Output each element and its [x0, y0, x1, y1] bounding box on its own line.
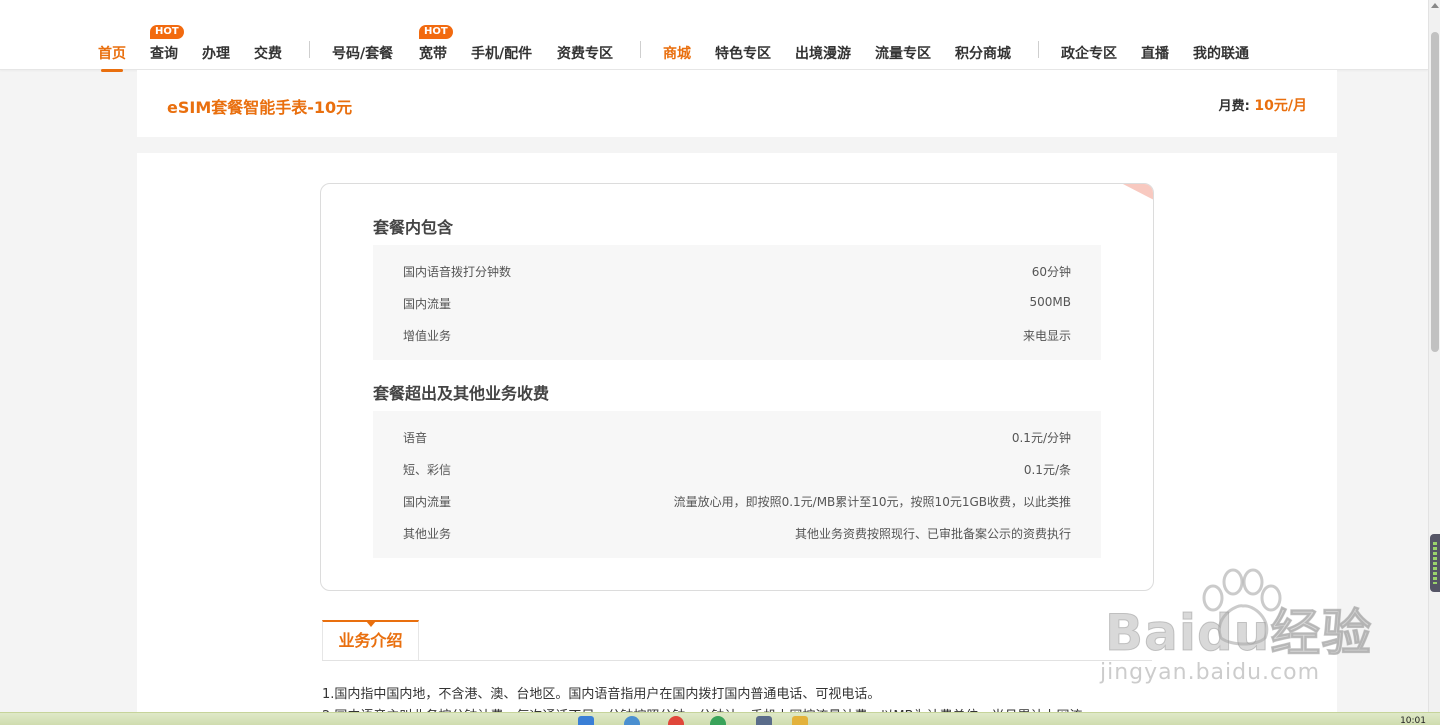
table-row: 短、彩信 0.1元/条	[403, 459, 1071, 479]
monthly-fee-label: 月费:	[1218, 99, 1250, 114]
tab-indicator-icon	[366, 621, 376, 627]
table-row: 语音 0.1元/分钟	[403, 427, 1071, 447]
nav-divider	[640, 41, 641, 58]
plan-detail-card: 套餐内包含 国内语音拨打分钟数 60分钟 国内流量 500MB 增值业务 来电显…	[320, 183, 1154, 591]
nav-item-my-unicom[interactable]: 我的联通	[1193, 43, 1249, 63]
row-value: 流量放心用，即按照0.1元/MB累计至10元，按照10元1GB收费，以此类推	[673, 495, 1071, 509]
main-content: 套餐内包含 国内语音拨打分钟数 60分钟 国内流量 500MB 增值业务 来电显…	[137, 153, 1337, 725]
tab-underline	[322, 660, 1152, 661]
monthly-fee: 月费: 10元/月	[1219, 95, 1307, 115]
table-row: 增值业务 来电显示	[403, 325, 1071, 345]
row-value: 500MB	[1029, 295, 1072, 309]
app-icon[interactable]	[710, 716, 726, 725]
table-row: 国内语音拨打分钟数 60分钟	[403, 261, 1071, 281]
side-meter-widget[interactable]	[1430, 534, 1440, 592]
plan-header: eSIM套餐智能手表-10元 月费: 10元/月	[137, 70, 1337, 137]
folder-icon[interactable]	[792, 716, 808, 725]
scrollbar-thumb[interactable]	[1431, 32, 1439, 352]
row-value: 来电显示	[1022, 329, 1071, 343]
monthly-fee-value: 10元/月	[1254, 98, 1307, 114]
nav-item-tariff-zone[interactable]: 资费专区	[557, 43, 613, 63]
row-name: 短、彩信	[403, 463, 452, 477]
nav-divider	[309, 41, 310, 58]
table-row: 其他业务 其他业务资费按照现行、已审批备案公示的资费执行	[403, 523, 1071, 543]
intro-paragraph: 1.国内指中国内地，不含港、澳、台地区。国内语音指用户在国内拨打国内普通电话、可…	[322, 687, 881, 702]
table-row: 国内流量 流量放心用，即按照0.1元/MB累计至10元，按照10元1GB收费，以…	[403, 491, 1071, 511]
nav-item-query[interactable]: 查询	[150, 43, 178, 63]
browser-icon[interactable]	[624, 716, 640, 725]
app-icon[interactable]	[756, 716, 772, 725]
hot-badge-query: HOT	[150, 25, 184, 39]
included-section-title: 套餐内包含	[373, 218, 454, 237]
nav-item-enterprise[interactable]: 政企专区	[1061, 43, 1117, 63]
nav-divider	[1038, 41, 1039, 58]
row-name: 国内流量	[403, 495, 452, 509]
os-taskbar: 10:01	[0, 712, 1440, 725]
included-table: 国内语音拨打分钟数 60分钟 国内流量 500MB 增值业务 来电显示	[373, 245, 1101, 360]
row-name: 语音	[403, 431, 428, 445]
nav-item-live[interactable]: 直播	[1141, 43, 1169, 63]
nav-item-data-zone[interactable]: 流量专区	[875, 43, 931, 63]
scroll-up-arrow-icon[interactable]	[1431, 3, 1439, 8]
nav-item-mall[interactable]: 商城	[663, 43, 691, 63]
row-value: 0.1元/分钟	[1011, 431, 1071, 445]
chrome-icon[interactable]	[668, 716, 684, 725]
nav-item-payment[interactable]: 交费	[254, 43, 282, 63]
hot-badge-broadband: HOT	[419, 25, 453, 39]
row-value: 60分钟	[1031, 265, 1071, 279]
nav-item-roaming[interactable]: 出境漫游	[795, 43, 851, 63]
extra-fees-section-title: 套餐超出及其他业务收费	[373, 384, 550, 403]
row-name: 国内流量	[403, 297, 452, 311]
row-name: 国内语音拨打分钟数	[403, 265, 512, 279]
tab-business-intro[interactable]: 业务介绍	[322, 620, 419, 661]
nav-item-broadband[interactable]: 宽带	[419, 43, 447, 63]
row-name: 其他业务	[403, 527, 452, 541]
nav-item-handle[interactable]: 办理	[202, 43, 230, 63]
taskbar-clock: 10:01	[1400, 716, 1426, 725]
nav-item-points-mall[interactable]: 积分商城	[955, 43, 1011, 63]
tab-business-intro-label: 业务介绍	[338, 631, 403, 650]
row-value: 0.1元/条	[1023, 463, 1071, 477]
nav-item-number-plan[interactable]: 号码/套餐	[332, 43, 393, 63]
top-navigation: 首页 HOT 查询 办理 交费 号码/套餐 HOT 宽带 手机/配件 资费专区 …	[0, 0, 1428, 72]
nav-item-phones[interactable]: 手机/配件	[471, 43, 532, 63]
corner-fold-decoration	[1121, 184, 1153, 200]
extra-fees-table: 语音 0.1元/分钟 短、彩信 0.1元/条 国内流量 流量放心用，即按照0.1…	[373, 411, 1101, 558]
row-value: 其他业务资费按照现行、已审批备案公示的资费执行	[794, 527, 1071, 541]
vertical-scrollbar[interactable]	[1428, 0, 1440, 712]
nav-item-featured[interactable]: 特色专区	[715, 43, 771, 63]
windows-start-icon[interactable]	[578, 716, 594, 725]
row-name: 增值业务	[403, 329, 452, 343]
plan-title: eSIM套餐智能手表-10元	[167, 98, 353, 117]
nav-item-home[interactable]: 首页	[98, 43, 126, 72]
table-row: 国内流量 500MB	[403, 293, 1071, 313]
